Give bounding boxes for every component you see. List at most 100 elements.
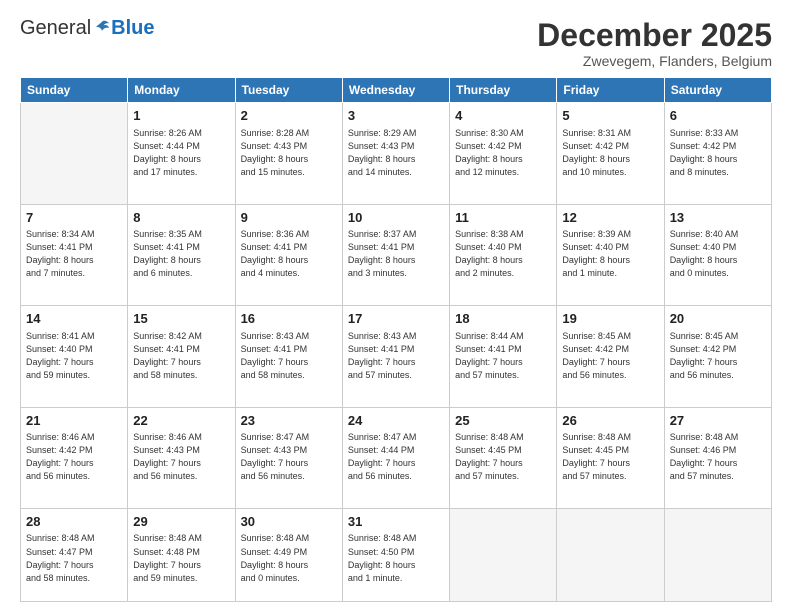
day-number: 29 xyxy=(133,513,229,531)
calendar-week-row: 14 Sunrise: 8:41 AM Sunset: 4:40 PM Dayli… xyxy=(21,306,772,407)
calendar-cell: 20 Sunrise: 8:45 AM Sunset: 4:42 PM Dayli… xyxy=(664,306,771,407)
day-number: 7 xyxy=(26,209,122,227)
calendar-cell: 11Sunrise: 8:38 AM Sunset: 4:40 PM Dayli… xyxy=(450,204,557,305)
calendar-cell: 27Sunrise: 8:48 AM Sunset: 4:46 PM Dayli… xyxy=(664,407,771,508)
weekday-header-thursday: Thursday xyxy=(450,78,557,103)
day-info: Sunrise: 8:28 AM Sunset: 4:43 PM Dayligh… xyxy=(241,127,337,179)
day-number: 19 xyxy=(562,310,658,328)
day-info: Sunrise: 8:42 AM Sunset: 4:41 PM Dayligh… xyxy=(133,330,229,382)
calendar-cell: 14 Sunrise: 8:41 AM Sunset: 4:40 PM Dayli… xyxy=(21,306,128,407)
day-number: 30 xyxy=(241,513,337,531)
day-number: 23 xyxy=(241,412,337,430)
weekday-header-wednesday: Wednesday xyxy=(342,78,449,103)
day-number: 8 xyxy=(133,209,229,227)
day-number: 17 xyxy=(348,310,444,328)
day-info: Sunrise: 8:34 AM Sunset: 4:41 PM Dayligh… xyxy=(26,228,122,280)
day-number: 15 xyxy=(133,310,229,328)
calendar-cell: 18Sunrise: 8:44 AM Sunset: 4:41 PM Dayli… xyxy=(450,306,557,407)
header: General Blue December 2025 Zwevegem, Fla… xyxy=(20,18,772,69)
day-number: 11 xyxy=(455,209,551,227)
day-number: 1 xyxy=(133,107,229,125)
calendar-cell xyxy=(450,508,557,601)
day-number: 12 xyxy=(562,209,658,227)
day-info: Sunrise: 8:26 AM Sunset: 4:44 PM Dayligh… xyxy=(133,127,229,179)
calendar-cell: 2 Sunrise: 8:28 AM Sunset: 4:43 PM Daylig… xyxy=(235,103,342,204)
day-info: Sunrise: 8:38 AM Sunset: 4:40 PM Dayligh… xyxy=(455,228,551,280)
day-number: 13 xyxy=(670,209,766,227)
day-info: Sunrise: 8:43 AM Sunset: 4:41 PM Dayligh… xyxy=(241,330,337,382)
day-info: Sunrise: 8:43 AM Sunset: 4:41 PM Dayligh… xyxy=(348,330,444,382)
day-info: Sunrise: 8:48 AM Sunset: 4:45 PM Dayligh… xyxy=(562,431,658,483)
calendar-cell: 3 Sunrise: 8:29 AM Sunset: 4:43 PM Daylig… xyxy=(342,103,449,204)
calendar-week-row: 28Sunrise: 8:48 AM Sunset: 4:47 PM Dayli… xyxy=(21,508,772,601)
calendar-cell xyxy=(664,508,771,601)
calendar-cell: 6 Sunrise: 8:33 AM Sunset: 4:42 PM Daylig… xyxy=(664,103,771,204)
logo-bird-icon xyxy=(93,19,111,37)
day-number: 5 xyxy=(562,107,658,125)
day-number: 4 xyxy=(455,107,551,125)
day-info: Sunrise: 8:29 AM Sunset: 4:43 PM Dayligh… xyxy=(348,127,444,179)
calendar-cell: 4 Sunrise: 8:30 AM Sunset: 4:42 PM Daylig… xyxy=(450,103,557,204)
day-number: 26 xyxy=(562,412,658,430)
day-number: 14 xyxy=(26,310,122,328)
day-info: Sunrise: 8:46 AM Sunset: 4:42 PM Dayligh… xyxy=(26,431,122,483)
calendar-cell xyxy=(21,103,128,204)
day-number: 20 xyxy=(670,310,766,328)
calendar-cell xyxy=(557,508,664,601)
day-info: Sunrise: 8:47 AM Sunset: 4:43 PM Dayligh… xyxy=(241,431,337,483)
day-number: 3 xyxy=(348,107,444,125)
calendar-table: SundayMondayTuesdayWednesdayThursdayFrid… xyxy=(20,77,772,602)
day-number: 25 xyxy=(455,412,551,430)
day-number: 9 xyxy=(241,209,337,227)
weekday-header-tuesday: Tuesday xyxy=(235,78,342,103)
weekday-header-monday: Monday xyxy=(128,78,235,103)
day-info: Sunrise: 8:39 AM Sunset: 4:40 PM Dayligh… xyxy=(562,228,658,280)
calendar-cell: 23Sunrise: 8:47 AM Sunset: 4:43 PM Dayli… xyxy=(235,407,342,508)
calendar-cell: 1 Sunrise: 8:26 AM Sunset: 4:44 PM Daylig… xyxy=(128,103,235,204)
calendar-cell: 30Sunrise: 8:48 AM Sunset: 4:49 PM Dayli… xyxy=(235,508,342,601)
calendar-cell: 17 Sunrise: 8:43 AM Sunset: 4:41 PM Dayli… xyxy=(342,306,449,407)
day-number: 31 xyxy=(348,513,444,531)
day-info: Sunrise: 8:36 AM Sunset: 4:41 PM Dayligh… xyxy=(241,228,337,280)
title-block: December 2025 Zwevegem, Flanders, Belgiu… xyxy=(537,18,772,69)
day-info: Sunrise: 8:48 AM Sunset: 4:49 PM Dayligh… xyxy=(241,532,337,584)
calendar-cell: 15 Sunrise: 8:42 AM Sunset: 4:41 PM Dayli… xyxy=(128,306,235,407)
day-number: 6 xyxy=(670,107,766,125)
weekday-header-sunday: Sunday xyxy=(21,78,128,103)
page: General Blue December 2025 Zwevegem, Fla… xyxy=(0,0,792,612)
location-subtitle: Zwevegem, Flanders, Belgium xyxy=(537,53,772,69)
calendar-cell: 21Sunrise: 8:46 AM Sunset: 4:42 PM Dayli… xyxy=(21,407,128,508)
day-info: Sunrise: 8:45 AM Sunset: 4:42 PM Dayligh… xyxy=(670,330,766,382)
calendar-week-row: 1 Sunrise: 8:26 AM Sunset: 4:44 PM Daylig… xyxy=(21,103,772,204)
month-title: December 2025 xyxy=(537,18,772,53)
calendar-cell: 28Sunrise: 8:48 AM Sunset: 4:47 PM Dayli… xyxy=(21,508,128,601)
day-info: Sunrise: 8:47 AM Sunset: 4:44 PM Dayligh… xyxy=(348,431,444,483)
calendar-cell: 12Sunrise: 8:39 AM Sunset: 4:40 PM Dayli… xyxy=(557,204,664,305)
day-number: 22 xyxy=(133,412,229,430)
logo: General Blue xyxy=(20,18,155,38)
calendar-cell: 9Sunrise: 8:36 AM Sunset: 4:41 PM Daylig… xyxy=(235,204,342,305)
day-info: Sunrise: 8:37 AM Sunset: 4:41 PM Dayligh… xyxy=(348,228,444,280)
calendar-cell: 29Sunrise: 8:48 AM Sunset: 4:48 PM Dayli… xyxy=(128,508,235,601)
calendar-cell: 24Sunrise: 8:47 AM Sunset: 4:44 PM Dayli… xyxy=(342,407,449,508)
day-info: Sunrise: 8:33 AM Sunset: 4:42 PM Dayligh… xyxy=(670,127,766,179)
logo-general-text: General xyxy=(20,18,91,38)
day-info: Sunrise: 8:31 AM Sunset: 4:42 PM Dayligh… xyxy=(562,127,658,179)
logo-blue-text: Blue xyxy=(111,18,154,38)
calendar-cell: 25Sunrise: 8:48 AM Sunset: 4:45 PM Dayli… xyxy=(450,407,557,508)
calendar-cell: 8Sunrise: 8:35 AM Sunset: 4:41 PM Daylig… xyxy=(128,204,235,305)
day-info: Sunrise: 8:41 AM Sunset: 4:40 PM Dayligh… xyxy=(26,330,122,382)
weekday-header-row: SundayMondayTuesdayWednesdayThursdayFrid… xyxy=(21,78,772,103)
weekday-header-saturday: Saturday xyxy=(664,78,771,103)
calendar-week-row: 7Sunrise: 8:34 AM Sunset: 4:41 PM Daylig… xyxy=(21,204,772,305)
calendar-cell: 16 Sunrise: 8:43 AM Sunset: 4:41 PM Dayli… xyxy=(235,306,342,407)
day-info: Sunrise: 8:48 AM Sunset: 4:45 PM Dayligh… xyxy=(455,431,551,483)
day-info: Sunrise: 8:45 AM Sunset: 4:42 PM Dayligh… xyxy=(562,330,658,382)
day-number: 16 xyxy=(241,310,337,328)
day-info: Sunrise: 8:30 AM Sunset: 4:42 PM Dayligh… xyxy=(455,127,551,179)
calendar-cell: 7Sunrise: 8:34 AM Sunset: 4:41 PM Daylig… xyxy=(21,204,128,305)
day-info: Sunrise: 8:48 AM Sunset: 4:46 PM Dayligh… xyxy=(670,431,766,483)
day-info: Sunrise: 8:40 AM Sunset: 4:40 PM Dayligh… xyxy=(670,228,766,280)
day-info: Sunrise: 8:48 AM Sunset: 4:47 PM Dayligh… xyxy=(26,532,122,584)
day-number: 2 xyxy=(241,107,337,125)
